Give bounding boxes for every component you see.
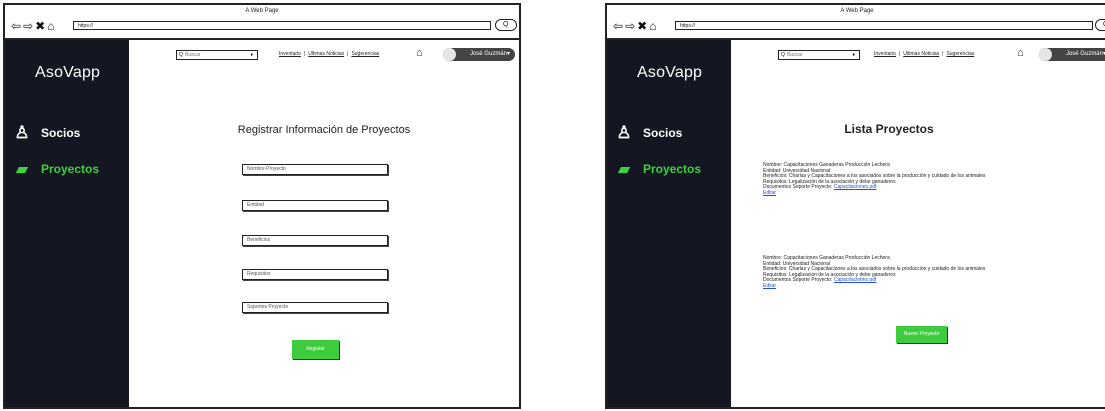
user-menu[interactable]: José Guzmán▾ — [1039, 48, 1105, 61]
link-separator: | — [898, 51, 901, 57]
back-arrow-icon[interactable]: ⇦ — [613, 19, 624, 33]
new-project-button[interactable]: Nuevo Proyecto — [896, 326, 947, 343]
search-icon: Q — [179, 52, 183, 58]
link-separator: | — [303, 51, 306, 57]
search-input[interactable]: Q Buscar ♦ — [176, 50, 258, 60]
brand-logo: AsoVapp — [637, 64, 703, 81]
nav-link-sugerencias[interactable]: Sugerencias — [946, 51, 974, 57]
beneficios-field[interactable]: Beneficios — [242, 235, 388, 246]
sidebar-item-label: Proyectos — [41, 162, 100, 176]
user-icon: ♙ — [14, 123, 30, 142]
url-bar[interactable]: https:// — [675, 21, 1093, 30]
nav-link-sugerencias[interactable]: Sugerencias — [351, 51, 379, 57]
entidad-field[interactable]: Entidad — [242, 200, 388, 211]
avatar — [1039, 48, 1052, 61]
user-icon: ♙ — [616, 123, 632, 142]
browser-window-list: A Web Page ⇦⇨✖⌂ https:// Q AsoVapp ♙ Soc… — [605, 3, 1105, 409]
url-bar[interactable]: https:// — [73, 21, 491, 30]
sidebar-item-proyectos[interactable]: ▰ Proyectos — [613, 160, 701, 178]
browser-titlebar: A Web Page ⇦⇨✖⌂ https:// Q — [607, 5, 1105, 40]
project-entry: Nombre: Capacitaciones Ganaderas Producc… — [763, 255, 1093, 290]
soportes-proyecto-field[interactable]: Soportes Proyecto — [242, 302, 388, 313]
project-entry: Nombre: Capacitaciones Ganaderas Producc… — [763, 162, 1093, 197]
nav-link-ultimas-noticias[interactable]: Ultimas Noticias — [308, 51, 344, 57]
search-input[interactable]: Q Buscar ♦ — [778, 50, 860, 60]
main-content: Q Buscar ♦ Inventario | Ultimas Noticias | S… — [731, 40, 1105, 407]
stop-icon[interactable]: ✖ — [637, 19, 648, 33]
page-title: Registrar Información de Proyectos — [237, 124, 411, 136]
sidebar: AsoVapp ♙ Socios ▰ Proyectos — [607, 40, 731, 407]
requisitos-field[interactable]: Requisitos — [242, 269, 388, 280]
search-icon: Q — [781, 52, 785, 58]
home-icon[interactable]: ⌂ — [1017, 47, 1024, 59]
search-placeholder: Buscar — [185, 52, 201, 58]
nav-link-inventario[interactable]: Inventario — [874, 51, 896, 57]
nav-links: Inventario | Ultimas Noticias | Sugerencias — [874, 51, 974, 57]
microphone-icon[interactable]: ♦ — [250, 51, 253, 59]
browser-nav: ⇦⇨✖⌂ — [11, 19, 56, 33]
nav-link-ultimas-noticias[interactable]: Ultimas Noticias — [903, 51, 939, 57]
top-navbar: Q Buscar ♦ Inventario | Ultimas Noticias | S… — [129, 46, 519, 62]
search-toggle-icon[interactable]: Q — [1095, 19, 1105, 31]
home-nav-icon[interactable]: ⌂ — [649, 19, 657, 33]
home-nav-icon[interactable]: ⌂ — [47, 19, 55, 33]
window-title: A Web Page — [245, 8, 279, 14]
stop-icon[interactable]: ✖ — [35, 19, 46, 33]
sidebar-item-label: Socios — [41, 126, 81, 140]
browser-nav: ⇦⇨✖⌂ — [613, 19, 658, 33]
book-icon: ▰ — [16, 161, 28, 178]
user-name: José Guzmán▾ — [469, 51, 510, 57]
page-title: Lista Proyectos — [844, 122, 934, 136]
document-link[interactable]: Capacitaciones.pdf — [834, 184, 877, 191]
browser-titlebar: A Web Page ⇦⇨✖⌂ https:// Q — [5, 5, 519, 40]
home-icon[interactable]: ⌂ — [416, 47, 423, 59]
forward-arrow-icon[interactable]: ⇨ — [23, 19, 34, 33]
nav-links: Inventario | Ultimas Noticias | Sugerencias — [279, 51, 379, 57]
brand-logo: AsoVapp — [35, 64, 101, 81]
edit-project-link[interactable]: Editar — [763, 190, 776, 196]
sidebar-item-socios[interactable]: ♙ Socios — [11, 123, 80, 143]
forward-arrow-icon[interactable]: ⇨ — [625, 19, 636, 33]
browser-window-register: A Web Page ⇦⇨✖⌂ https:// Q AsoVapp ♙ Soc… — [3, 3, 521, 409]
nombre-proyecto-field[interactable]: Nombre Proyecto — [242, 164, 388, 175]
book-icon: ▰ — [618, 161, 630, 178]
avatar — [443, 48, 456, 61]
nav-link-inventario[interactable]: Inventario — [279, 51, 301, 57]
registrar-button[interactable]: Registar — [292, 340, 339, 359]
sidebar-item-label: Proyectos — [643, 162, 702, 176]
link-separator: | — [942, 51, 944, 57]
main-content: Q Buscar ♦ Inventario | Ultimas Noticias | S… — [129, 40, 519, 407]
back-arrow-icon[interactable]: ⇦ — [11, 19, 22, 33]
sidebar-item-proyectos[interactable]: ▰ Proyectos — [11, 160, 99, 178]
user-menu[interactable]: José Guzmán▾ — [443, 48, 515, 61]
search-placeholder: Buscar — [787, 52, 803, 58]
edit-project-link[interactable]: Editar — [763, 283, 776, 289]
microphone-icon[interactable]: ♦ — [852, 51, 855, 59]
document-link[interactable]: Capacitaciones.pdf — [834, 277, 877, 284]
top-navbar: Q Buscar ♦ Inventario | Ultimas Noticias | S… — [731, 46, 1105, 62]
window-title: A Web Page — [840, 8, 874, 14]
link-separator: | — [347, 51, 349, 57]
user-name: José Guzmán▾ — [1065, 51, 1105, 57]
search-toggle-icon[interactable]: Q — [495, 19, 517, 31]
sidebar: AsoVapp ♙ Socios ▰ Proyectos — [5, 40, 129, 407]
